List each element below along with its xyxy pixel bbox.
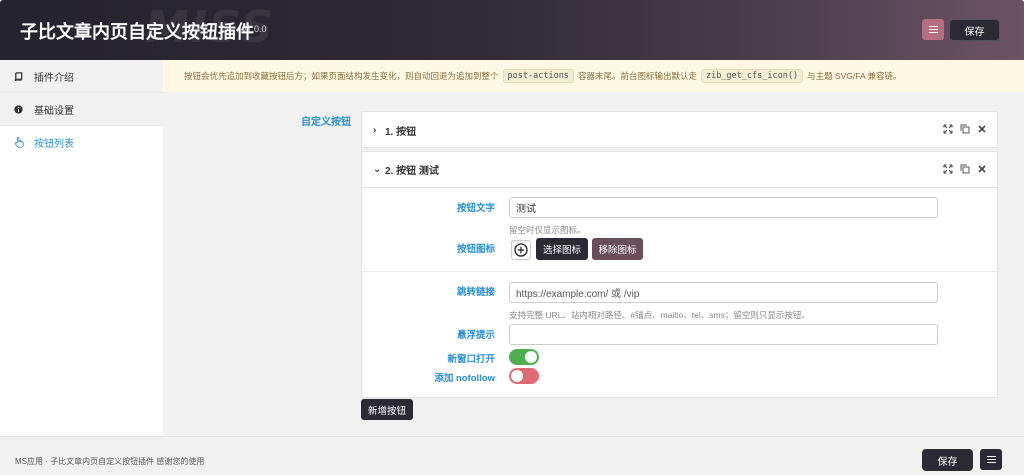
copy-icon[interactable] <box>960 164 970 174</box>
chevron-down-icon: ⌄ <box>373 164 382 175</box>
main-content: 按钮会优先追加到收藏按钮后方；如果页面结构发生变化，则自动回退为追加到整个 po… <box>163 60 1024 436</box>
footer-menu-button[interactable] <box>980 449 1002 470</box>
link-label: 跳转链接 <box>456 287 495 298</box>
close-icon[interactable] <box>977 164 987 174</box>
sidebar-item-intro[interactable]: 插件介绍 <box>0 60 163 93</box>
nofollow-label: 添加 nofollow <box>434 373 495 384</box>
sidebar: 插件介绍 基础设置 按钮列表 <box>0 60 163 436</box>
button-text-input[interactable]: 测试 <box>509 197 938 218</box>
button-text-label: 按钮文字 <box>456 203 495 214</box>
link-input[interactable]: https://example.com/ 或 /vip <box>509 282 938 303</box>
sidebar-filler <box>0 159 163 436</box>
notice-text: 按钮会优先追加到收藏按钮后方；如果页面结构发生变化，则自动回退为追加到整个 <box>184 71 499 81</box>
book-icon <box>14 71 28 81</box>
add-button[interactable]: 新增按钮 <box>361 399 413 420</box>
chevron-right-icon: › <box>373 124 377 136</box>
new-window-toggle[interactable] <box>509 349 539 365</box>
select-icon-button[interactable]: 选择图标 <box>536 238 588 260</box>
version-badge: v1.0.0 <box>242 24 267 34</box>
sidebar-item-basic-settings[interactable]: 基础设置 <box>0 93 163 126</box>
notice-text: 与主题 SVG/FA 兼容链。 <box>807 71 902 81</box>
footer: MS应用 · 子比文章内页自定义按钮插件 感谢您的使用 保存 <box>0 436 1024 475</box>
repeater-group: ⌄ 2. 按钮 测试 按钮文字 测试 留空时仅显示图标。 按钮图标 选择图标 移… <box>361 151 998 398</box>
custom-buttons-label: 自定义按钮 <box>301 117 351 128</box>
copy-icon[interactable] <box>960 124 970 134</box>
notice-banner: 按钮会优先追加到收藏按钮后方；如果页面结构发生变化，则自动回退为追加到整个 po… <box>163 60 1024 92</box>
footer-text: MS应用 · 子比文章内页自定义按钮插件 感谢您的使用 <box>15 457 205 466</box>
icon-preview <box>511 240 531 260</box>
notice-code: zib_get_cfs_icon() <box>700 69 804 83</box>
sort-move-icon[interactable] <box>943 124 953 134</box>
sort-move-icon[interactable] <box>943 164 953 174</box>
button-text-help: 留空时仅显示图标。 <box>509 225 586 235</box>
page-title: 子比文章内页自定义按钮插件 <box>20 22 254 42</box>
notice-text: 容器末尾。前台图标输出默认走 <box>577 71 697 81</box>
group-title: 2. 按钮 测试 <box>385 166 439 177</box>
header-menu-button[interactable] <box>922 19 944 40</box>
button-icon-label: 按钮图标 <box>456 244 495 255</box>
sidebar-item-label: 按钮列表 <box>34 139 74 150</box>
info-icon <box>14 104 28 114</box>
sidebar-item-button-list[interactable]: 按钮列表 <box>0 126 163 159</box>
app-header: MISS 子比文章内页自定义按钮插件 v1.0.0 保存 <box>0 0 1024 60</box>
close-icon[interactable] <box>977 124 987 134</box>
new-window-label: 新窗口打开 <box>447 354 495 365</box>
repeater-group-list: › 1. 按钮 ⌄ 2. 按钮 测试 按钮文字 测试 留空时仅显示图标。 按钮图… <box>361 111 998 398</box>
remove-icon-button[interactable]: 移除图标 <box>592 238 643 260</box>
sidebar-item-label: 基础设置 <box>34 105 74 117</box>
link-help: 支持完整 URL、站内相对路径、#锚点、mailto、tel、sms；留空则只显… <box>509 310 810 320</box>
tooltip-input[interactable] <box>509 324 938 345</box>
group-title: 1. 按钮 <box>385 126 417 138</box>
header-save-button[interactable]: 保存 <box>949 19 1000 41</box>
list-icon <box>986 455 996 464</box>
list-icon <box>928 25 938 34</box>
repeater-group: › 1. 按钮 <box>361 111 998 148</box>
nofollow-toggle[interactable] <box>509 368 539 384</box>
footer-save-button[interactable]: 保存 <box>922 449 973 471</box>
group-header[interactable]: › 1. 按钮 <box>362 112 997 148</box>
tooltip-label: 悬浮提示 <box>456 330 495 341</box>
section-divider <box>362 271 997 272</box>
plus-circle-icon <box>514 243 528 257</box>
sidebar-item-label: 插件介绍 <box>34 72 74 84</box>
group-tools <box>943 164 987 174</box>
group-tools <box>943 124 987 134</box>
notice-code: post-actions <box>502 69 574 83</box>
hand-pointer-icon <box>14 137 28 148</box>
group-header[interactable]: ⌄ 2. 按钮 测试 <box>362 152 997 188</box>
